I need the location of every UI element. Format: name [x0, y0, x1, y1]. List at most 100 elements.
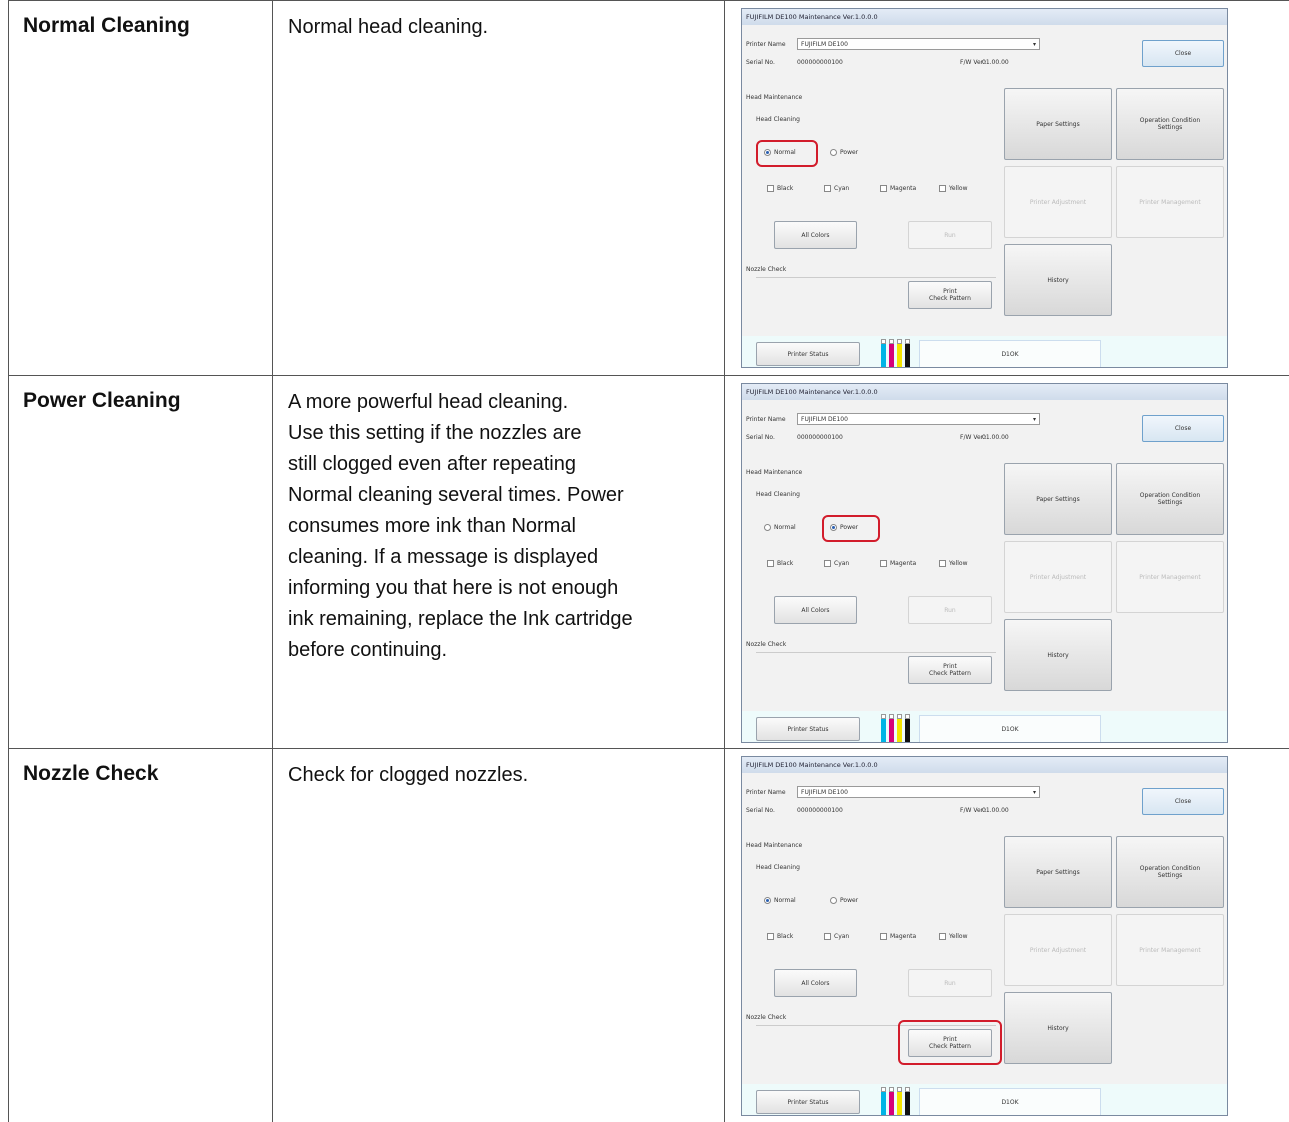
- printer-status-text: D1OK: [919, 340, 1101, 367]
- print-check-pattern-button[interactable]: Print Check Pattern: [908, 656, 992, 684]
- description-line: before continuing.: [288, 639, 448, 661]
- ink-level-icon: [905, 1092, 910, 1115]
- yellow-label: Yellow: [949, 933, 968, 940]
- checkbox-cyan[interactable]: Cyan: [824, 185, 849, 192]
- ink-level-icon: [897, 1092, 902, 1115]
- nozzle-check-label: Nozzle Check: [746, 1014, 787, 1021]
- ink-level-icon: [897, 719, 902, 742]
- description-line: Normal cleaning several times. Power: [288, 484, 624, 506]
- printer-adjustment-button: Printer Adjustment: [1004, 914, 1112, 986]
- print-check-label-1: Print: [943, 288, 957, 295]
- paper-settings-button[interactable]: Paper Settings: [1004, 463, 1112, 535]
- table-row: Nozzle Check Check for clogged nozzles. FU…: [8, 748, 1289, 1122]
- power-label: Power: [840, 897, 859, 904]
- yellow-label: Yellow: [949, 185, 968, 192]
- run-button: Run: [908, 596, 992, 624]
- window-title: FUJIFILM DE100 Maintenance Ver.1.0.0.0: [742, 384, 1227, 400]
- power-radio[interactable]: Power: [830, 897, 858, 904]
- checkbox-icon: [767, 933, 774, 940]
- checkbox-magenta[interactable]: Magenta: [880, 933, 916, 940]
- checkbox-magenta[interactable]: Magenta: [880, 560, 916, 567]
- checkbox-yellow[interactable]: Yellow: [939, 185, 967, 192]
- checkbox-icon: [824, 560, 831, 567]
- printer-name-label: Printer Name: [746, 41, 786, 48]
- print-check-label-2: Check Pattern: [929, 295, 971, 302]
- window-title: FUJIFILM DE100 Maintenance Ver.1.0.0.0: [742, 757, 1227, 773]
- normal-label: Normal: [774, 524, 796, 531]
- history-button[interactable]: History: [1004, 992, 1112, 1064]
- close-button[interactable]: Close: [1142, 40, 1224, 67]
- chevron-down-icon: ▾: [1032, 789, 1036, 796]
- paper-settings-button[interactable]: Paper Settings: [1004, 88, 1112, 160]
- normal-label: Normal: [774, 897, 796, 904]
- run-button: Run: [908, 221, 992, 249]
- normal-radio[interactable]: Normal: [764, 897, 796, 904]
- printer-status-button[interactable]: Printer Status: [756, 342, 860, 366]
- chevron-down-icon: ▾: [1032, 41, 1036, 48]
- paper-settings-button[interactable]: Paper Settings: [1004, 836, 1112, 908]
- head-cleaning-label: Head Cleaning: [756, 864, 800, 871]
- printer-adjustment-button: Printer Adjustment: [1004, 541, 1112, 613]
- highlight-callout: [756, 140, 818, 167]
- cyan-label: Cyan: [834, 933, 850, 940]
- checkbox-black[interactable]: Black: [767, 185, 793, 192]
- fw-value: 01.00.00: [982, 59, 1009, 66]
- run-button: Run: [908, 969, 992, 997]
- checkbox-yellow[interactable]: Yellow: [939, 933, 967, 940]
- checkbox-icon: [939, 560, 946, 567]
- chevron-down-icon: ▾: [1032, 416, 1036, 423]
- ink-level-icon: [881, 719, 886, 742]
- normal-radio[interactable]: Normal: [764, 524, 796, 531]
- printer-name-value: FUJIFILM DE100: [801, 41, 848, 48]
- row-description: Check for clogged nozzles.: [288, 760, 708, 791]
- power-radio[interactable]: Power: [830, 149, 858, 156]
- serial-label: Serial No.: [746, 807, 775, 814]
- printer-management-button: Printer Management: [1116, 166, 1224, 238]
- all-colors-button[interactable]: All Colors: [774, 596, 857, 624]
- close-button[interactable]: Close: [1142, 415, 1224, 442]
- description-line: Normal head cleaning.: [288, 16, 489, 38]
- checkbox-icon: [767, 185, 774, 192]
- printer-name-select[interactable]: FUJIFILM DE100 ▾: [797, 413, 1040, 425]
- printer-name-value: FUJIFILM DE100: [801, 416, 848, 423]
- op-cond-label-2: Settings: [1157, 124, 1183, 131]
- printer-status-button[interactable]: Printer Status: [756, 1090, 860, 1114]
- printer-name-value: FUJIFILM DE100: [801, 789, 848, 796]
- checkbox-icon: [824, 933, 831, 940]
- radio-icon: [830, 897, 837, 904]
- row-description: A more powerful head cleaning. Use this s…: [288, 387, 708, 666]
- print-check-pattern-button[interactable]: Print Check Pattern: [908, 281, 992, 309]
- checkbox-magenta[interactable]: Magenta: [880, 185, 916, 192]
- operation-condition-settings-button[interactable]: Operation Condition Settings: [1116, 836, 1224, 908]
- all-colors-button[interactable]: All Colors: [774, 969, 857, 997]
- printer-name-select[interactable]: FUJIFILM DE100 ▾: [797, 786, 1040, 798]
- printer-status-text: D1OK: [919, 715, 1101, 742]
- magenta-label: Magenta: [890, 185, 917, 192]
- checkbox-cyan[interactable]: Cyan: [824, 933, 849, 940]
- operation-condition-settings-button[interactable]: Operation Condition Settings: [1116, 88, 1224, 160]
- printer-name-select[interactable]: FUJIFILM DE100 ▾: [797, 38, 1040, 50]
- description-line: informing you that here is not enough: [288, 577, 619, 599]
- checkbox-icon: [880, 185, 887, 192]
- serial-value: 000000000100: [797, 59, 843, 66]
- checkbox-icon: [939, 185, 946, 192]
- checkbox-black[interactable]: Black: [767, 933, 793, 940]
- description-line: ink remaining, replace the Ink cartridge: [288, 608, 633, 630]
- history-button[interactable]: History: [1004, 619, 1112, 691]
- yellow-label: Yellow: [949, 560, 968, 567]
- operation-condition-settings-button[interactable]: Operation Condition Settings: [1116, 463, 1224, 535]
- checkbox-cyan[interactable]: Cyan: [824, 560, 849, 567]
- printer-name-label: Printer Name: [746, 416, 786, 423]
- highlight-callout: [822, 515, 880, 542]
- history-button[interactable]: History: [1004, 244, 1112, 316]
- all-colors-button[interactable]: All Colors: [774, 221, 857, 249]
- checkbox-icon: [767, 560, 774, 567]
- radio-icon: [764, 524, 771, 531]
- close-button[interactable]: Close: [1142, 788, 1224, 815]
- head-maintenance-label: Head Maintenance: [746, 94, 803, 101]
- printer-status-button[interactable]: Printer Status: [756, 717, 860, 741]
- magenta-label: Magenta: [890, 933, 917, 940]
- checkbox-yellow[interactable]: Yellow: [939, 560, 967, 567]
- radio-icon: [830, 149, 837, 156]
- checkbox-black[interactable]: Black: [767, 560, 793, 567]
